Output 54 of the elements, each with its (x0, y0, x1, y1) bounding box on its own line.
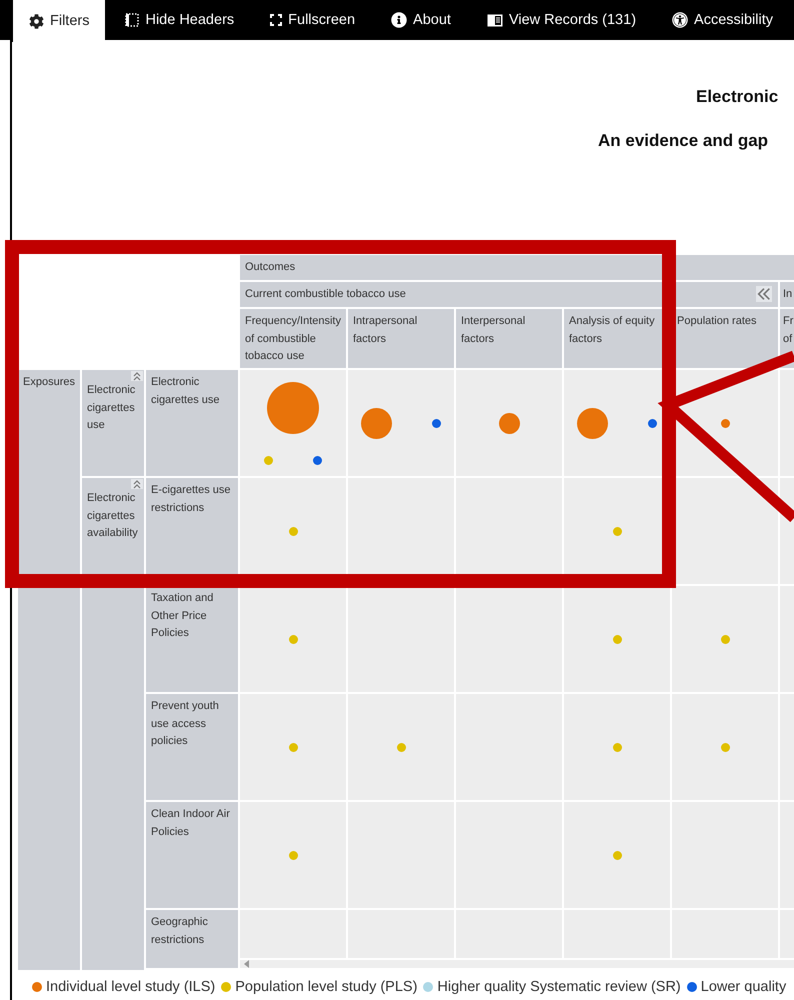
matrix-cell[interactable] (240, 586, 346, 692)
evidence-bubble[interactable] (577, 408, 608, 438)
matrix-cell[interactable] (456, 370, 562, 476)
collapse-left-icon[interactable] (756, 286, 772, 302)
evidence-bubble[interactable] (720, 418, 730, 428)
matrix-cell[interactable] (348, 370, 454, 476)
evidence-bubble[interactable] (313, 456, 322, 464)
row-group-label: Electronic cigarettes use (87, 383, 136, 433)
row-header: Clean Indoor Air Policies (146, 802, 238, 908)
accessibility-icon (672, 12, 688, 28)
evidence-bubble[interactable] (498, 412, 520, 434)
matrix-cell[interactable] (348, 694, 454, 800)
collapse-up-icon[interactable] (131, 479, 143, 489)
matrix-cell[interactable] (564, 586, 670, 692)
collapse-up-icon[interactable] (131, 371, 143, 381)
column-header: Frequency/Intensity of combustible tobacco use (240, 309, 346, 368)
row-header: Electronic cigarettes use (146, 370, 238, 476)
evidence-bubble[interactable] (361, 408, 392, 438)
row-header: Geographic restrictions (146, 910, 238, 968)
legend-label: Individual level study (ILS) (46, 979, 216, 995)
matrix-cell[interactable] (456, 586, 562, 692)
horizontal-scrollbar[interactable] (240, 960, 794, 968)
matrix-cell[interactable] (672, 586, 778, 692)
column-header: Interpersonal factors (456, 309, 562, 368)
scroll-left-icon[interactable] (244, 960, 249, 968)
row-group-label: Electronic cigarettes availability (87, 491, 139, 541)
dotted-square-icon (125, 13, 140, 27)
legend-label: Population level study (PLS) (235, 979, 418, 995)
evidence-bubble[interactable] (267, 382, 319, 434)
matrix-cell[interactable] (564, 694, 670, 800)
page-subtitle: An evidence and gap (597, 130, 770, 151)
book-icon (486, 14, 503, 26)
fullscreen-icon (270, 14, 282, 26)
settings-icon (29, 14, 44, 28)
evidence-bubble[interactable] (648, 418, 657, 428)
exposures-header: Exposures (18, 370, 80, 970)
legend-label: Higher quality Systematic review (SR) (437, 979, 681, 995)
matrix-cell[interactable] (240, 802, 346, 908)
row-header: Prevent youth use access policies (146, 694, 238, 800)
info-icon (391, 12, 408, 28)
outcomes-header: Outcomes (240, 255, 794, 280)
matrix-cell[interactable] (672, 694, 778, 800)
row-header: Taxation and Other Price Policies (146, 586, 238, 692)
evidence-bubble[interactable] (432, 418, 441, 428)
matrix-cell[interactable] (348, 586, 454, 692)
outcome-group-label: Current combustible tobacco use (245, 288, 406, 300)
outcome-group-header: In (780, 282, 794, 307)
matrix-cell[interactable] (240, 694, 346, 800)
legend-label: Lower quality (700, 979, 786, 995)
column-header: Intrapersonal factors (348, 309, 454, 368)
page-title: Electronic (695, 86, 780, 107)
matrix-cell[interactable] (240, 370, 346, 476)
matrix-cell[interactable] (564, 802, 670, 908)
toolbar-tab[interactable]: Filters (11, 0, 106, 42)
